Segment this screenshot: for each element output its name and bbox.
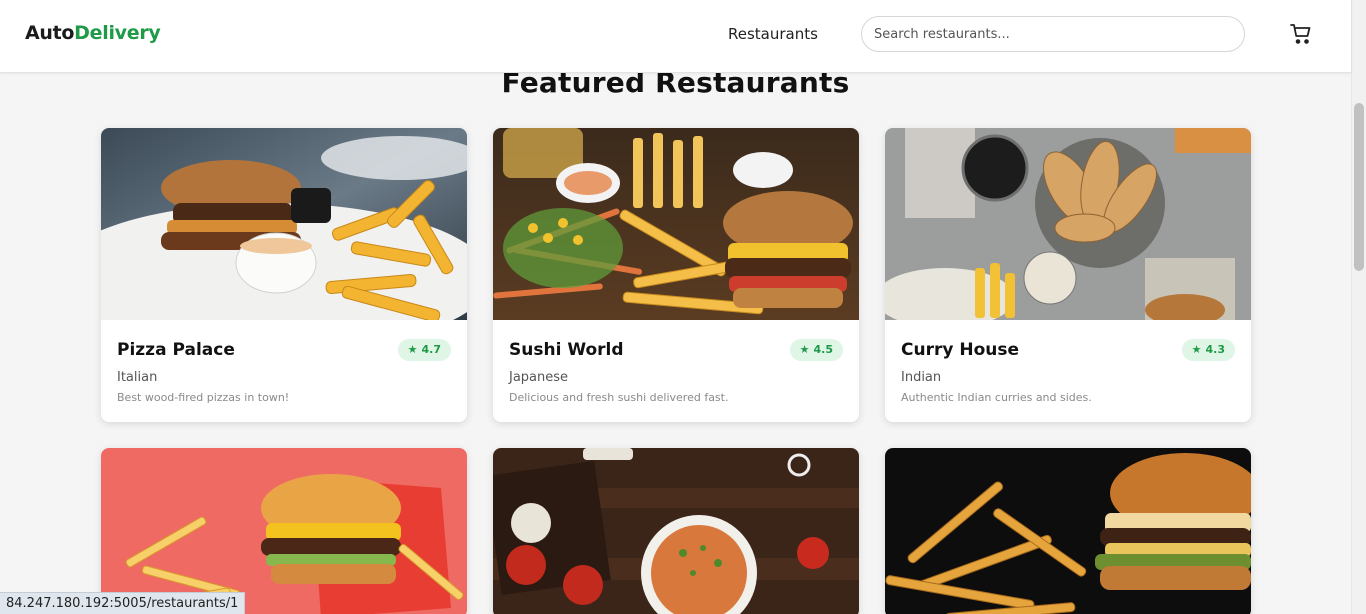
rating-value: 4.3: [1205, 343, 1226, 356]
restaurant-image: [885, 448, 1251, 614]
rating-value: 4.7: [421, 343, 442, 356]
rating-value: 4.5: [813, 343, 834, 356]
logo-delivery-text: Delivery: [74, 22, 161, 44]
restaurant-card-body: Sushi World ★ 4.5 Japanese Delicious and…: [493, 320, 859, 422]
rating-badge: ★ 4.5: [789, 339, 843, 361]
restaurant-image: [101, 128, 467, 320]
logo-auto-text: Auto: [25, 22, 75, 44]
restaurant-cuisine: Japanese: [509, 370, 569, 385]
page-scrollbar[interactable]: [1351, 0, 1366, 614]
restaurant-image: [493, 128, 859, 320]
restaurant-card[interactable]: Pizza Palace ★ 4.7 Italian Best wood-fir…: [101, 128, 467, 422]
restaurant-name: Sushi World: [509, 340, 624, 360]
restaurant-name: Pizza Palace: [117, 340, 235, 360]
restaurant-card[interactable]: Sushi World ★ 4.5 Japanese Delicious and…: [493, 128, 859, 422]
restaurant-name: Curry House: [901, 340, 1020, 360]
star-icon: ★: [1191, 343, 1202, 356]
nav-restaurants-link[interactable]: Restaurants: [728, 25, 818, 43]
star-icon: ★: [799, 343, 810, 356]
link-status-url: 84.247.180.192:5005/restaurants/1: [0, 592, 246, 614]
restaurant-image: [101, 448, 467, 614]
restaurant-description: Authentic Indian curries and sides.: [901, 391, 1092, 404]
cart-icon[interactable]: [1289, 22, 1313, 46]
star-icon: ★: [407, 343, 418, 356]
search-input[interactable]: [861, 16, 1245, 52]
restaurant-card[interactable]: [493, 448, 859, 614]
restaurant-card[interactable]: [101, 448, 467, 614]
rating-badge: ★ 4.7: [397, 339, 451, 361]
scrollbar-thumb[interactable]: [1354, 103, 1364, 271]
site-logo[interactable]: AutoDelivery: [25, 22, 161, 44]
restaurant-description: Best wood-fired pizzas in town!: [117, 391, 290, 404]
restaurant-image: [493, 448, 859, 614]
restaurant-description: Delicious and fresh sushi delivered fast…: [509, 391, 729, 404]
restaurant-card[interactable]: [885, 448, 1251, 614]
restaurant-card-body: Curry House ★ 4.3 Indian Authentic India…: [885, 320, 1251, 422]
restaurant-card-body: Pizza Palace ★ 4.7 Italian Best wood-fir…: [101, 320, 467, 422]
site-header: AutoDelivery Restaurants: [0, 0, 1351, 73]
restaurant-image: [885, 128, 1251, 320]
restaurant-cuisine: Italian: [117, 370, 158, 385]
restaurant-cuisine: Indian: [901, 370, 942, 385]
rating-badge: ★ 4.3: [1181, 339, 1235, 361]
restaurant-card[interactable]: Curry House ★ 4.3 Indian Authentic India…: [885, 128, 1251, 422]
